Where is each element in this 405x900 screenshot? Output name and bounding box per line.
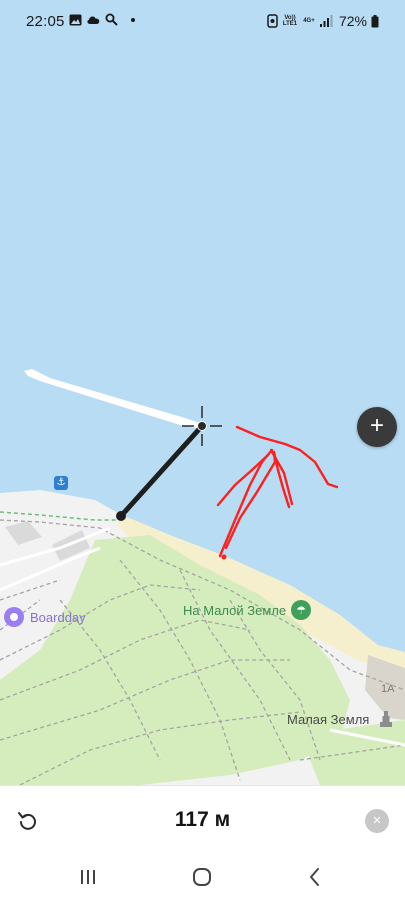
ruler-start-point bbox=[116, 511, 126, 521]
battery-icon bbox=[371, 14, 379, 27]
volte-label: Vo)) LTE1 bbox=[282, 15, 298, 27]
anchor-icon: ⚓ bbox=[54, 476, 68, 490]
status-bar: 22:05 Vo)) LTE1 4G+ 72% bbox=[0, 0, 405, 40]
recent-apps-icon[interactable] bbox=[76, 865, 100, 889]
zoom-in-button[interactable]: + bbox=[357, 407, 397, 447]
poi-pin-icon bbox=[4, 607, 24, 627]
more-notifications-dot-icon bbox=[131, 17, 135, 22]
poi-boardday[interactable]: Boardday bbox=[4, 607, 86, 627]
map-canvas[interactable] bbox=[0, 0, 405, 785]
distance-value: 117 м bbox=[174, 808, 231, 831]
signal-icon bbox=[319, 15, 333, 27]
status-notification-icons bbox=[69, 13, 136, 26]
building-number-label: 1А bbox=[381, 683, 395, 695]
system-navigation-bar bbox=[0, 855, 405, 900]
cloud-icon bbox=[87, 16, 100, 24]
poi-boardday-label: Boardday bbox=[30, 609, 86, 625]
ruler-panel: 117 м × bbox=[0, 785, 405, 856]
gallery-icon bbox=[69, 14, 82, 25]
home-icon[interactable] bbox=[190, 865, 214, 889]
back-icon[interactable] bbox=[303, 865, 327, 889]
dnd-icon bbox=[267, 14, 278, 28]
network-type-label: 4G+ bbox=[303, 18, 315, 24]
clear-button[interactable]: × bbox=[365, 809, 389, 833]
poi-beach[interactable]: На Малой Земле ☂ bbox=[183, 600, 312, 620]
place-label-malaya-zemlya: Малая Земля bbox=[287, 712, 370, 727]
beach-umbrella-icon: ☂ bbox=[291, 600, 312, 620]
poi-beach-label: На Малой Земле bbox=[183, 602, 287, 618]
map-view[interactable]: ⚓ Boardday На Малой Земле ☂ 1А Малая Зем… bbox=[0, 0, 405, 785]
status-system-icons: Vo)) LTE1 4G+ 72% bbox=[267, 13, 379, 29]
status-time: 22:05 bbox=[26, 13, 65, 30]
screen: ⚓ Boardday На Малой Земле ☂ 1А Малая Зем… bbox=[0, 0, 405, 900]
monument-icon bbox=[380, 711, 392, 727]
battery-percent: 72% bbox=[338, 13, 367, 29]
search-icon bbox=[105, 13, 118, 26]
